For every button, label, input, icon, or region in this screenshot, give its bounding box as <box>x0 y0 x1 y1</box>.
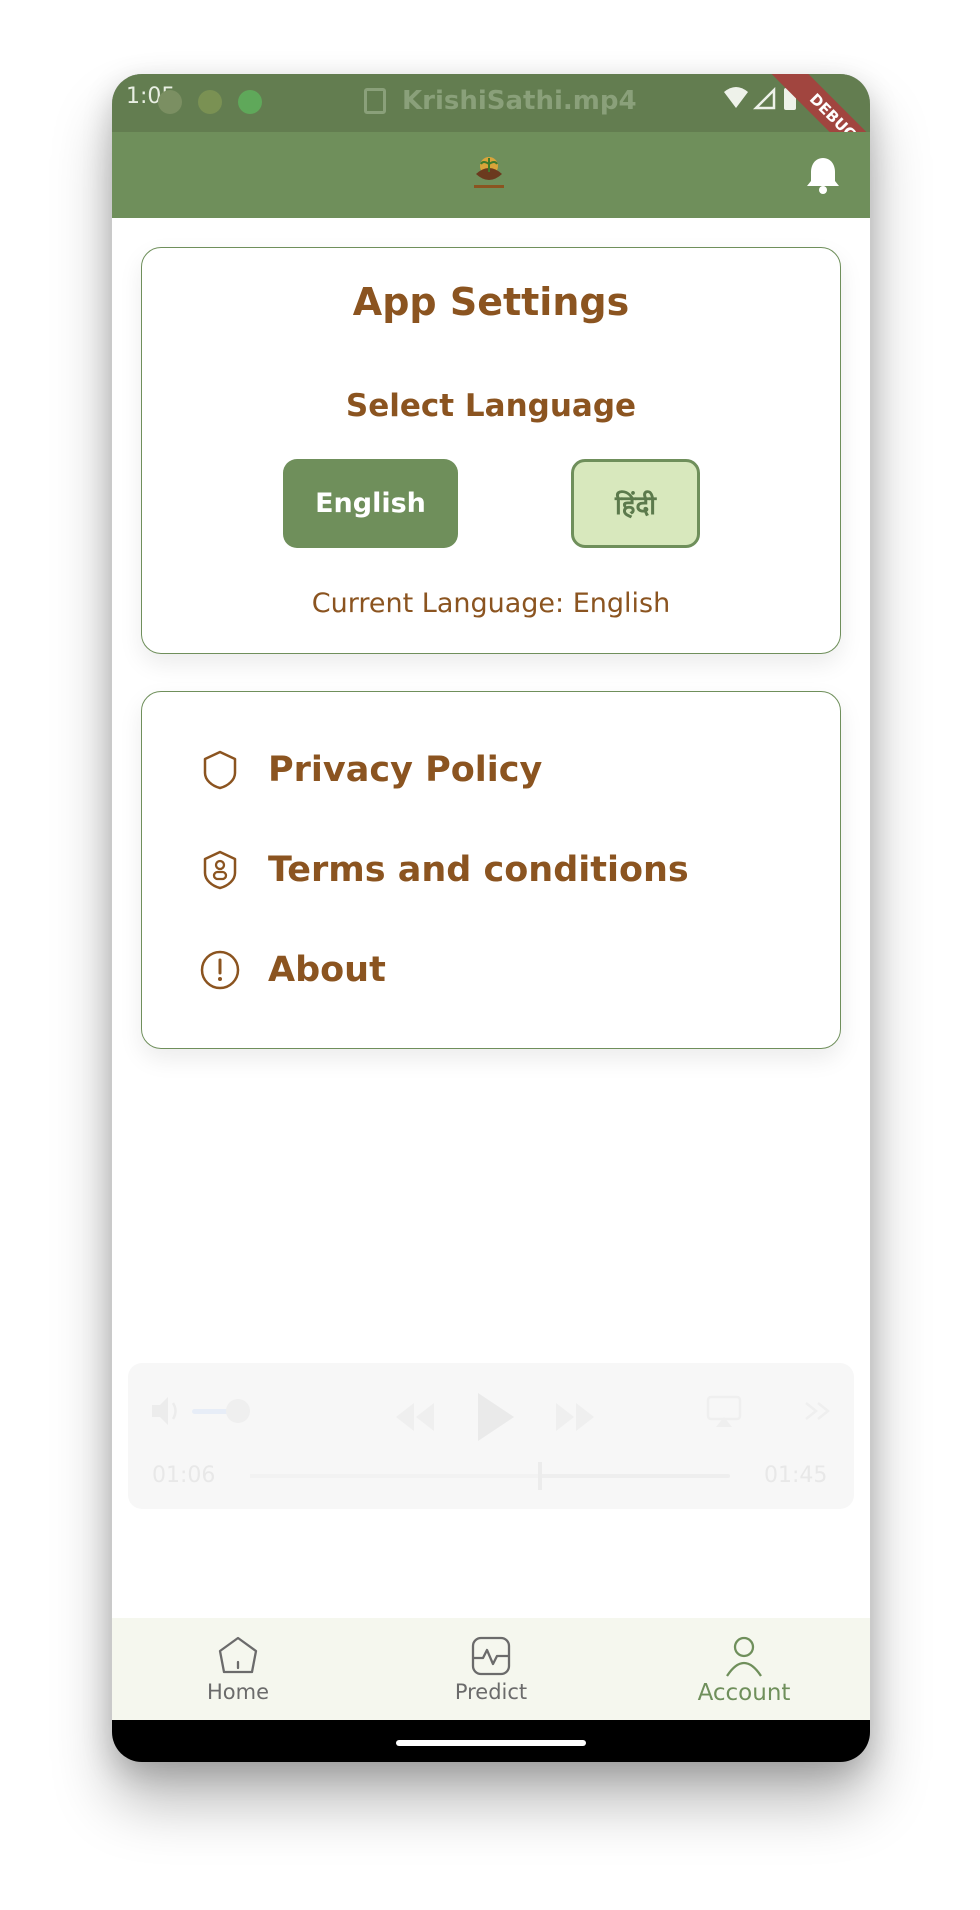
select-language-label: Select Language <box>345 388 637 424</box>
close-window-dot[interactable] <box>158 90 182 114</box>
shield-icon <box>198 748 242 792</box>
privacy-policy-item[interactable]: Privacy Policy <box>198 740 542 800</box>
current-language-text: Current Language: English <box>311 588 671 619</box>
english-language-button[interactable]: English <box>283 459 458 548</box>
app-logo <box>474 157 504 188</box>
airplay-and-skip-icons[interactable] <box>706 1393 846 1429</box>
progress-thumb[interactable] <box>538 1462 542 1490</box>
settings-title: App Settings <box>352 280 630 324</box>
nav-predict[interactable]: Predict <box>365 1618 617 1720</box>
person-icon <box>726 1636 762 1677</box>
maximize-window-dot[interactable] <box>238 90 262 114</box>
info-circle-icon <box>198 948 242 992</box>
info-links-card: Privacy Policy Terms and conditions Abou… <box>141 691 841 1049</box>
nav-account[interactable]: Account <box>618 1618 870 1720</box>
pulse-icon <box>471 1636 511 1676</box>
elapsed-time: 01:06 <box>152 1463 216 1488</box>
minimize-window-dot[interactable] <box>198 90 222 114</box>
video-player-overlay: 01:06 01:45 <box>128 1363 854 1509</box>
nav-predict-label: Predict <box>454 1680 528 1704</box>
progress-bar[interactable] <box>250 1462 730 1490</box>
hindi-language-button[interactable]: हिंदी <box>571 459 700 548</box>
status-bar: 1:05 KrishiSathi.mp4 DEBUG <box>112 74 870 180</box>
app-bar <box>112 132 870 218</box>
terms-conditions-item[interactable]: Terms and conditions <box>198 840 689 900</box>
volume-icon[interactable] <box>150 1393 250 1429</box>
about-item[interactable]: About <box>198 940 386 1000</box>
app-settings-card: App Settings Select Language English हिं… <box>141 247 841 654</box>
privacy-policy-label: Privacy Policy <box>268 750 543 790</box>
progress-fill <box>250 1474 538 1478</box>
bottom-navigation: Home Predict Account <box>112 1618 870 1720</box>
nav-account-label: Account <box>697 1680 791 1706</box>
video-file-icon <box>364 88 386 114</box>
screen: 1:05 KrishiSathi.mp4 DEBUG App Settings … <box>112 74 870 1720</box>
playback-controls[interactable] <box>390 1387 600 1447</box>
home-icon <box>218 1636 258 1674</box>
video-title: KrishiSathi.mp4 <box>402 86 637 116</box>
phone-frame: 1:05 KrishiSathi.mp4 DEBUG App Settings … <box>112 74 870 1762</box>
home-indicator[interactable] <box>396 1740 586 1746</box>
terms-conditions-label: Terms and conditions <box>268 850 689 890</box>
notification-bell-icon[interactable] <box>806 156 840 194</box>
nav-home[interactable]: Home <box>112 1618 364 1720</box>
nav-home-label: Home <box>206 1680 269 1704</box>
shield-person-icon <box>198 848 242 892</box>
about-label: About <box>268 950 386 990</box>
remaining-time: 01:45 <box>764 1463 828 1488</box>
